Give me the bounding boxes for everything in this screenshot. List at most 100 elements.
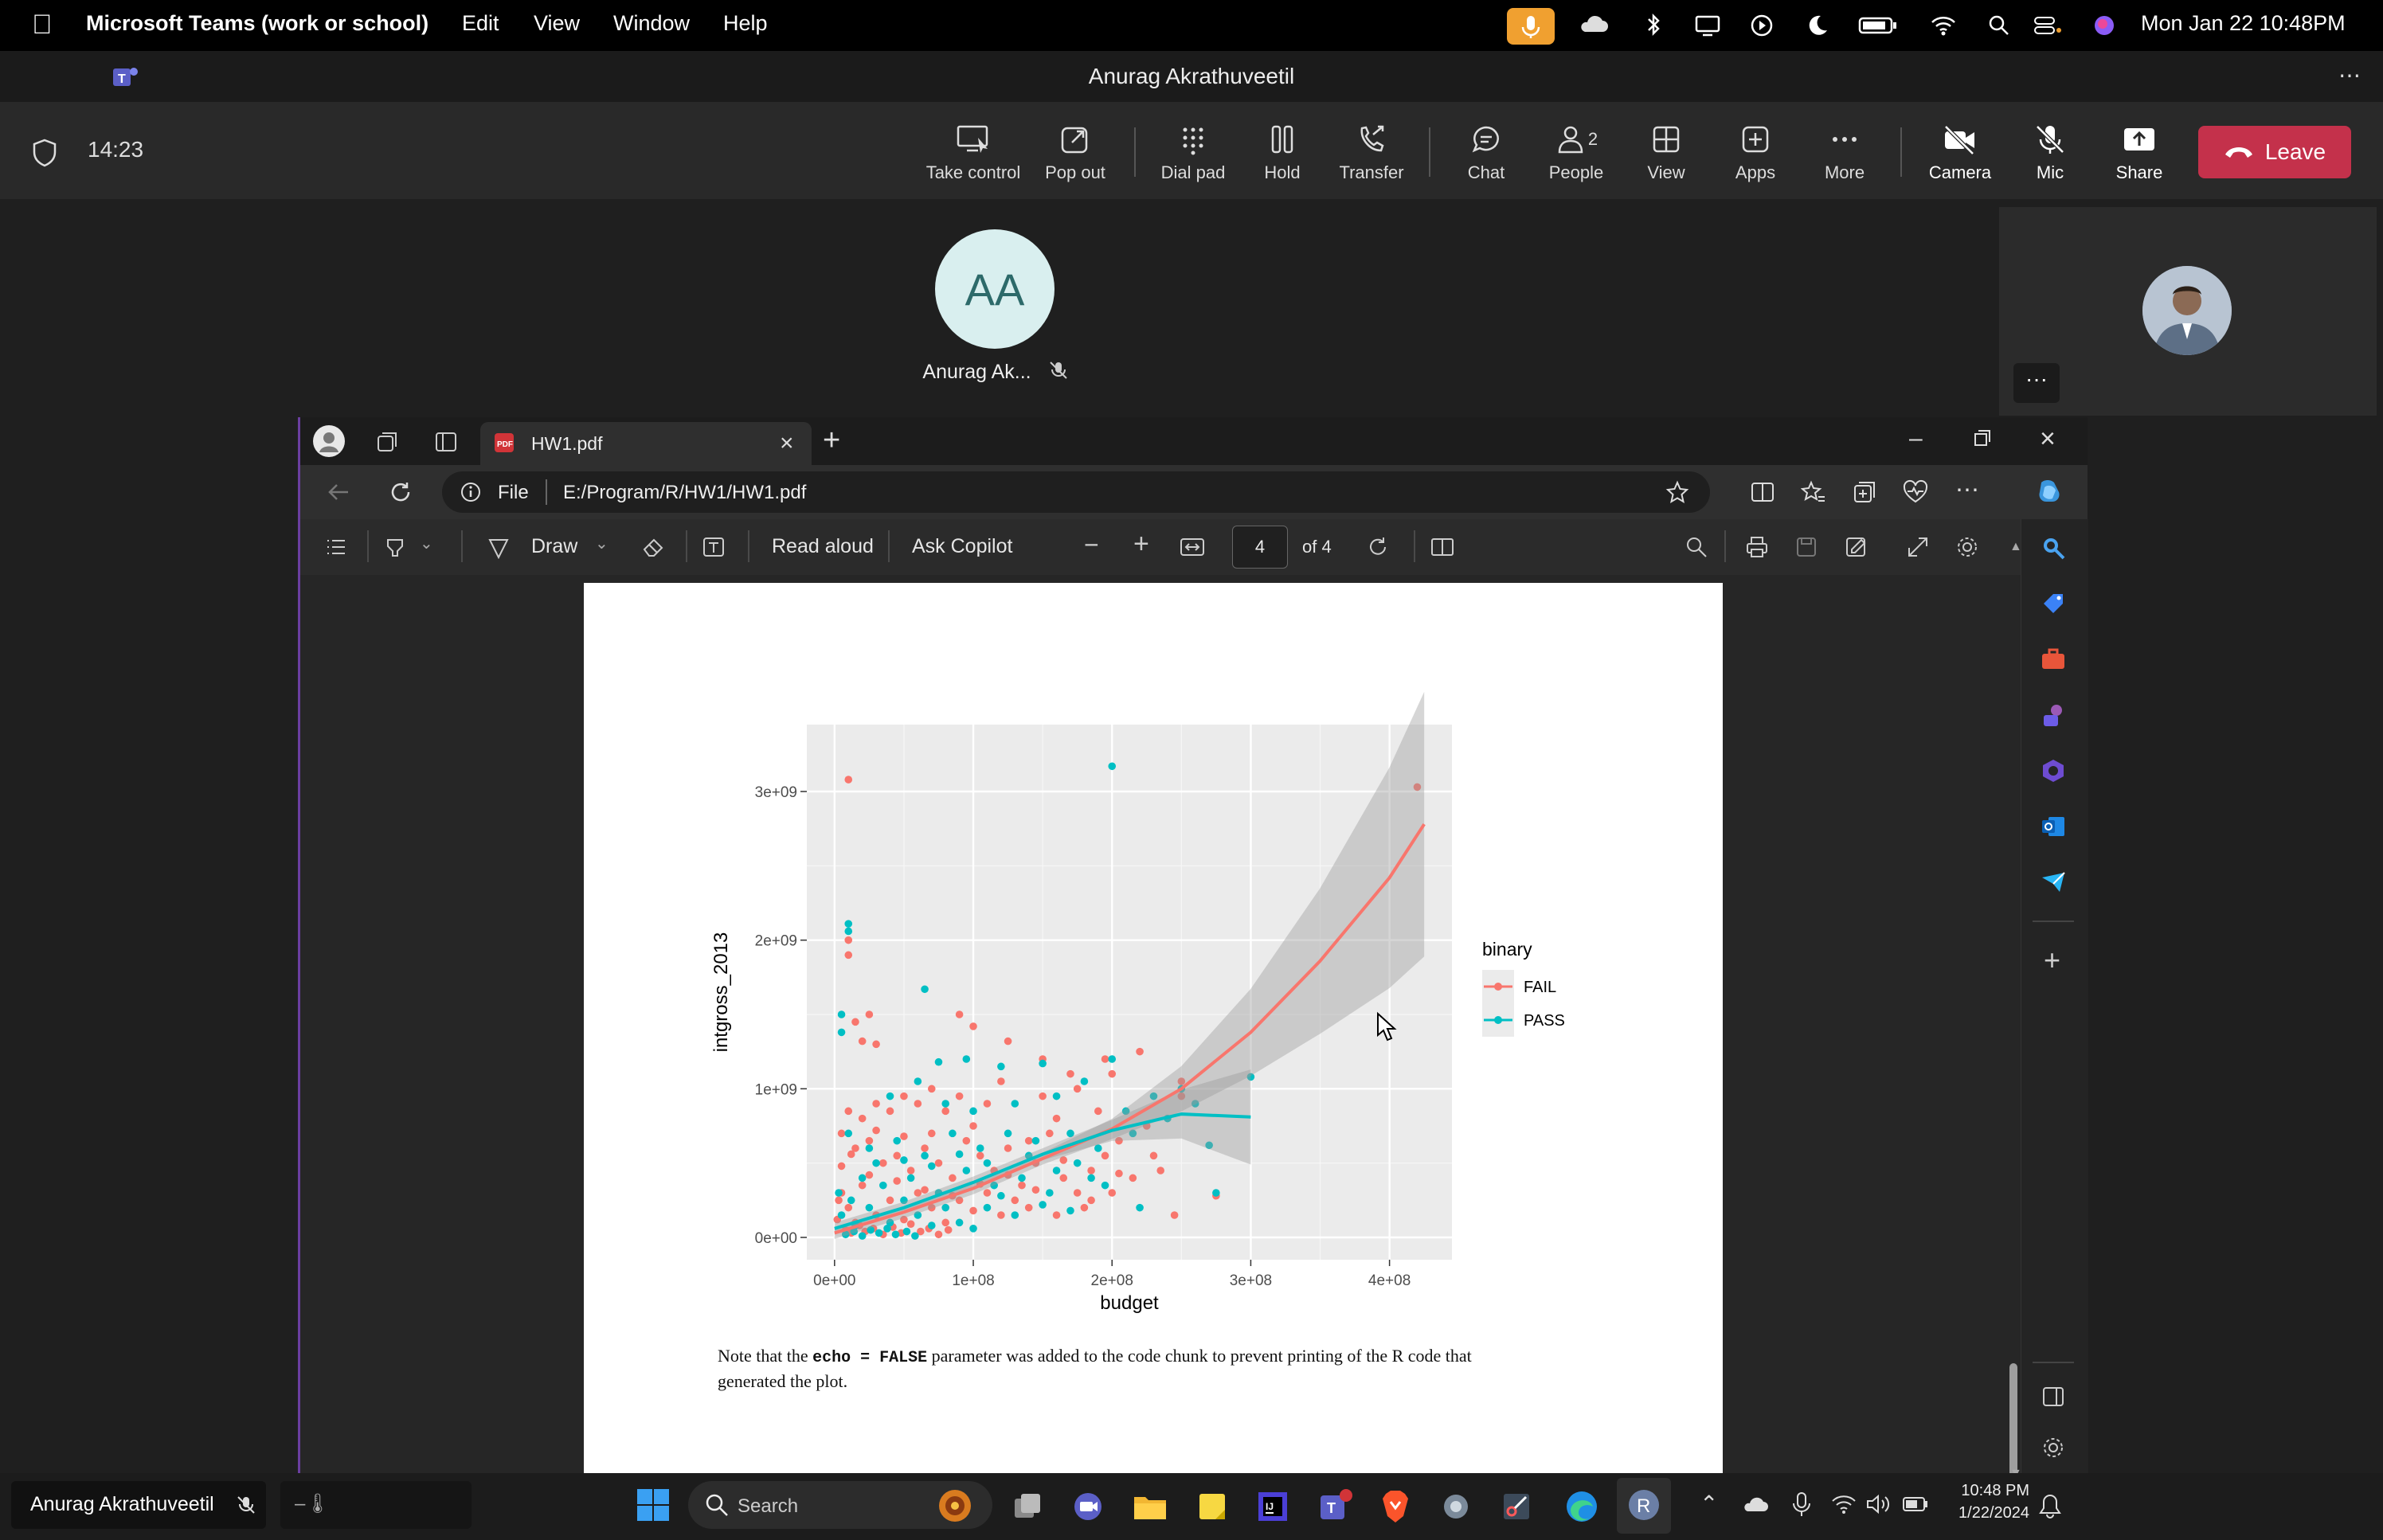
pdf-settings-icon[interactable] xyxy=(1955,535,1979,563)
menu-app-name[interactable]: Microsoft Teams (work or school) xyxy=(86,11,428,36)
more-button[interactable]: More xyxy=(1813,119,1876,193)
windows-start-icon[interactable] xyxy=(636,1487,671,1526)
close-window-button[interactable]: × xyxy=(2040,424,2056,455)
new-tab-button[interactable]: + xyxy=(823,424,840,458)
taskbar-clock[interactable]: 10:48 PM 1/22/2024 xyxy=(1940,1479,2029,1524)
menu-window[interactable]: Window xyxy=(613,11,690,36)
add-text-icon[interactable] xyxy=(702,535,726,563)
control-center-icon[interactable] xyxy=(2031,10,2063,41)
refresh-icon[interactable] xyxy=(386,478,415,510)
hide-sidebar-icon[interactable] xyxy=(2041,1384,2066,1413)
sidebar-add-icon[interactable]: + xyxy=(2044,946,2060,975)
page-view-icon[interactable] xyxy=(1430,535,1455,563)
save-icon[interactable] xyxy=(1794,535,1818,563)
bluetooth-icon[interactable] xyxy=(1638,10,1669,41)
zoom-in-button[interactable]: + xyxy=(1133,529,1149,560)
sidebar-search-icon[interactable] xyxy=(2039,534,2068,566)
profile-icon[interactable] xyxy=(313,425,345,457)
draw-label[interactable]: Draw xyxy=(531,535,577,558)
tile-more-button[interactable]: ··· xyxy=(2013,363,2060,403)
copilot-icon[interactable] xyxy=(2033,476,2065,512)
menu-edit[interactable]: Edit xyxy=(462,11,499,36)
hold-button[interactable]: Hold xyxy=(1250,119,1314,193)
info-icon[interactable] xyxy=(460,481,482,507)
contents-icon[interactable] xyxy=(324,535,348,563)
sidebar-shopping-icon[interactable] xyxy=(2039,589,2068,622)
snipping-tool-icon[interactable] xyxy=(1501,1489,1532,1528)
transfer-button[interactable]: Transfer xyxy=(1332,119,1411,193)
leave-button[interactable]: Leave xyxy=(2198,126,2351,178)
display-icon[interactable] xyxy=(1692,10,1724,41)
file-explorer-icon[interactable] xyxy=(1133,1491,1168,1526)
pop-out-button[interactable]: Pop out xyxy=(1037,119,1113,193)
fullscreen-icon[interactable] xyxy=(1906,535,1930,563)
page-number-input[interactable]: 4 xyxy=(1233,526,1287,568)
tray-mic-icon[interactable] xyxy=(1790,1491,1813,1522)
teams-new-icon[interactable]: T xyxy=(1317,1487,1352,1528)
intellij-icon[interactable]: IJ xyxy=(1257,1491,1289,1526)
ask-copilot-button[interactable]: Ask Copilot xyxy=(912,535,1012,558)
fit-page-icon[interactable] xyxy=(1180,535,1205,563)
print-icon[interactable] xyxy=(1745,535,1769,563)
icloud-icon[interactable] xyxy=(1577,10,1609,41)
sidebar-tools-icon[interactable] xyxy=(2039,645,2068,678)
back-icon[interactable] xyxy=(324,478,353,510)
collections-icon[interactable] xyxy=(1852,479,1877,509)
sidebar-games-icon[interactable] xyxy=(2039,701,2068,733)
window-more-icon[interactable]: ⋯ xyxy=(2338,62,2361,88)
tray-battery-icon[interactable] xyxy=(1902,1494,1929,1519)
siri-icon[interactable] xyxy=(2088,10,2120,41)
focus-moon-icon[interactable] xyxy=(1802,10,1833,41)
menu-view[interactable]: View xyxy=(534,11,580,36)
people-button[interactable]: 2 People xyxy=(1542,119,1610,193)
r-app-active-tile[interactable]: R xyxy=(1617,1478,1671,1534)
dial-pad-button[interactable]: Dial pad xyxy=(1153,119,1233,193)
spotlight-search-icon[interactable] xyxy=(1983,10,2015,41)
settings-more-icon[interactable]: ⋯ xyxy=(1955,476,1979,504)
brave-icon[interactable] xyxy=(1379,1489,1411,1528)
rotate-icon[interactable] xyxy=(1366,535,1390,563)
save-as-icon[interactable] xyxy=(1844,535,1868,563)
zoom-out-button[interactable]: − xyxy=(1084,530,1099,560)
teams-taskbar-icon[interactable] xyxy=(1072,1491,1104,1526)
task-view-icon[interactable] xyxy=(1012,1491,1043,1526)
tray-overflow-icon[interactable]: ⌃ xyxy=(1700,1491,1718,1517)
apps-button[interactable]: Apps xyxy=(1724,119,1787,193)
play-circle-icon[interactable] xyxy=(1746,10,1778,41)
find-icon[interactable] xyxy=(1685,535,1708,563)
mic-in-use-icon[interactable] xyxy=(1507,8,1555,45)
settings-app-icon[interactable] xyxy=(1440,1491,1472,1526)
onedrive-icon[interactable] xyxy=(1741,1492,1770,1522)
take-control-button[interactable]: Take control xyxy=(918,119,1029,193)
view-button[interactable]: View xyxy=(1634,119,1698,193)
split-screen-icon[interactable] xyxy=(1750,479,1775,509)
vertical-tabs-icon[interactable] xyxy=(434,430,458,458)
workspaces-icon[interactable] xyxy=(375,430,399,458)
tray-volume-icon[interactable] xyxy=(1865,1492,1892,1520)
sidebar-drop-icon[interactable] xyxy=(2039,868,2068,901)
notification-bell-icon[interactable] xyxy=(2037,1492,2063,1523)
sidebar-microsoft365-icon[interactable] xyxy=(2039,756,2068,789)
mic-button[interactable]: Mic xyxy=(2018,119,2082,193)
close-tab-icon[interactable]: × xyxy=(780,430,794,457)
draw-icon[interactable] xyxy=(487,535,511,563)
restore-button[interactable] xyxy=(1973,428,1992,451)
menu-help[interactable]: Help xyxy=(723,11,768,36)
camera-button[interactable]: Camera xyxy=(1924,119,1996,193)
vertical-scrollbar[interactable]: ▲ ▼ xyxy=(2006,540,2022,1499)
highlight-icon[interactable] xyxy=(383,535,407,563)
favorite-star-icon[interactable] xyxy=(1665,480,1689,508)
tab-hw1-pdf[interactable]: PDF HW1.pdf × xyxy=(480,422,812,465)
sticky-notes-icon[interactable] xyxy=(1196,1491,1228,1526)
minimize-button[interactable]: – xyxy=(1909,425,1923,452)
erase-icon[interactable] xyxy=(641,535,665,563)
browser-essentials-icon[interactable] xyxy=(1903,479,1928,509)
weather-widget[interactable]: –🌡 xyxy=(280,1481,472,1529)
share-button[interactable]: Share xyxy=(2106,119,2173,193)
chat-button[interactable]: Chat xyxy=(1454,119,1518,193)
battery-icon[interactable] xyxy=(1857,10,1899,41)
sidebar-settings-icon[interactable] xyxy=(2041,1435,2066,1464)
apple-menu-icon[interactable]:  xyxy=(32,10,53,41)
draw-dropdown-icon[interactable]: ⌄ xyxy=(595,534,608,553)
read-aloud-button[interactable]: Read aloud xyxy=(772,535,874,558)
